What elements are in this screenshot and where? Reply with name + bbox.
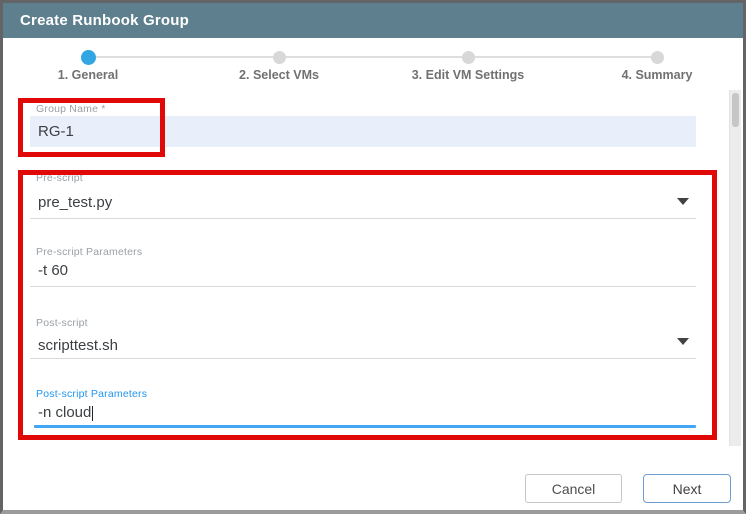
chevron-down-icon[interactable] [677,338,689,345]
next-button[interactable]: Next [643,474,731,503]
stepper-connector-line [88,56,657,58]
step-label-edit-vm-settings: 3. Edit VM Settings [383,68,553,82]
post-script-params-focus-underline [34,425,696,428]
create-runbook-group-dialog: Create Runbook Group 1. General 2. Selec… [0,0,746,514]
pre-script-label: Pre-script [36,172,83,184]
pre-script-underline [30,218,696,219]
step-dot-icon [462,51,475,64]
chevron-down-icon[interactable] [677,198,689,205]
text-cursor [92,406,93,421]
group-name-input[interactable] [30,116,696,147]
post-script-underline [30,358,696,359]
pre-script-select[interactable]: pre_test.py [38,194,112,211]
dialog-title: Create Runbook Group [20,12,189,29]
step-dot-active-icon [81,50,96,65]
pre-script-params-label: Pre-script Parameters [36,246,142,258]
step-dot-icon [651,51,664,64]
step-dot-icon [273,51,286,64]
scrollbar[interactable] [729,90,741,446]
pre-script-params-input[interactable]: -t 60 [38,262,68,279]
step-label-select-vms: 2. Select VMs [194,68,364,82]
pre-script-params-underline [30,286,696,287]
step-label-summary: 4. Summary [572,68,742,82]
group-name-label: Group Name * [36,103,106,115]
cancel-button[interactable]: Cancel [525,474,622,503]
scrollbar-thumb[interactable] [732,93,739,127]
step-label-general: 1. General [3,68,173,82]
group-name-value[interactable]: RG-1 [38,123,74,140]
post-script-label: Post-script [36,317,88,329]
post-script-select[interactable]: scripttest.sh [38,337,118,354]
dialog-header: Create Runbook Group [3,3,743,38]
post-script-params-label: Post-script Parameters [36,388,147,400]
post-script-params-input[interactable]: -n cloud [38,404,93,421]
